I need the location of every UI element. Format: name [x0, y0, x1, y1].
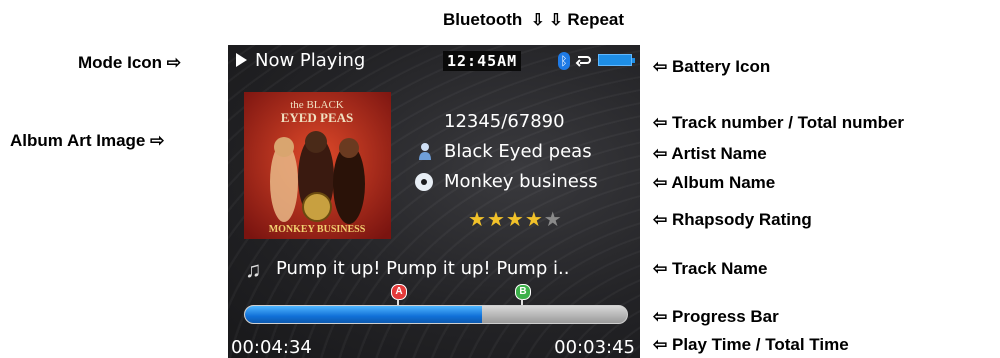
artist-name-annotation: ⇦ Artist Name	[653, 144, 767, 163]
progress-bar[interactable]	[244, 305, 628, 324]
star-icon[interactable]: ★	[544, 209, 563, 231]
total-time: 00:03:45	[554, 337, 635, 358]
status-bar: Now Playing 12:45AM ᛒ	[228, 45, 640, 75]
mode-title: Now Playing	[255, 50, 366, 71]
arrow-left-icon: ⇦	[653, 259, 668, 278]
arrow-left-icon: ⇦	[653, 307, 668, 326]
rating-annotation: ⇦ Rhapsody Rating	[653, 210, 812, 229]
arrow-right-icon: ⇨	[166, 53, 182, 72]
album-name-annotation: ⇦ Album Name	[653, 173, 776, 192]
arrow-left-icon: ⇦	[653, 173, 668, 192]
arrow-right-icon: ⇨	[150, 131, 165, 150]
arrow-left-icon: ⇦	[653, 57, 668, 76]
arrow-left-icon: ⇦	[653, 335, 668, 354]
album-disc-icon	[415, 173, 433, 191]
bluetooth-annotation: Bluetooth ⇩ ⇩ Repeat	[443, 10, 625, 29]
repeat-b-marker[interactable]: B	[515, 284, 531, 300]
repeat-a-marker[interactable]: A	[391, 284, 407, 300]
star-icon[interactable]: ★	[525, 209, 544, 231]
battery-icon	[598, 54, 635, 66]
star-icon[interactable]: ★	[487, 209, 506, 231]
album-name: Monkey business	[444, 171, 598, 192]
play-icon	[236, 53, 247, 67]
play-time-annotation: ⇦ Play Time / Total Time	[653, 335, 849, 354]
repeat-annotation: Repeat	[567, 10, 625, 29]
now-playing-screen: Now Playing 12:45AM ᛒ the BLACK EYED PEA…	[228, 45, 640, 358]
arrow-left-icon: ⇦	[653, 113, 668, 132]
progress-bar-annotation: ⇦ Progress Bar	[653, 307, 779, 326]
repeat-icon	[575, 56, 591, 67]
battery-annotation: ⇦ Battery Icon	[653, 57, 771, 76]
album-art-annotation: Album Art Image ⇨	[10, 131, 165, 150]
artist-name: Black Eyed peas	[444, 141, 592, 162]
album-art-image: the BLACK EYED PEAS MONKEY BUSINESS	[244, 92, 391, 239]
track-number: 12345/67890	[444, 111, 565, 132]
music-note-icon: ♫	[245, 257, 262, 282]
rating-stars[interactable]: ★★★★★	[468, 207, 563, 232]
track-name: Pump it up! Pump it up! Pump i..	[276, 258, 570, 279]
clock: 12:45AM	[443, 51, 522, 71]
svg-text:EYED PEAS: EYED PEAS	[281, 110, 354, 125]
star-icon[interactable]: ★	[468, 209, 487, 231]
track-name-annotation: ⇦ Track Name	[653, 259, 768, 278]
svg-text:MONKEY BUSINESS: MONKEY BUSINESS	[269, 224, 366, 235]
mode-icon-annotation: Mode Icon ⇨	[78, 53, 182, 72]
arrow-left-icon: ⇦	[653, 210, 668, 229]
star-icon[interactable]: ★	[506, 209, 525, 231]
arrow-down-icon: ⇩	[549, 12, 563, 29]
artist-icon	[419, 143, 431, 160]
bluetooth-icon: ᛒ	[558, 52, 570, 70]
play-time: 00:04:34	[231, 337, 312, 358]
arrow-down-icon: ⇩	[531, 12, 545, 29]
progress-fill	[245, 306, 482, 323]
arrow-left-icon: ⇦	[653, 144, 668, 163]
track-number-annotation: ⇦ Track number / Total number	[653, 113, 905, 132]
